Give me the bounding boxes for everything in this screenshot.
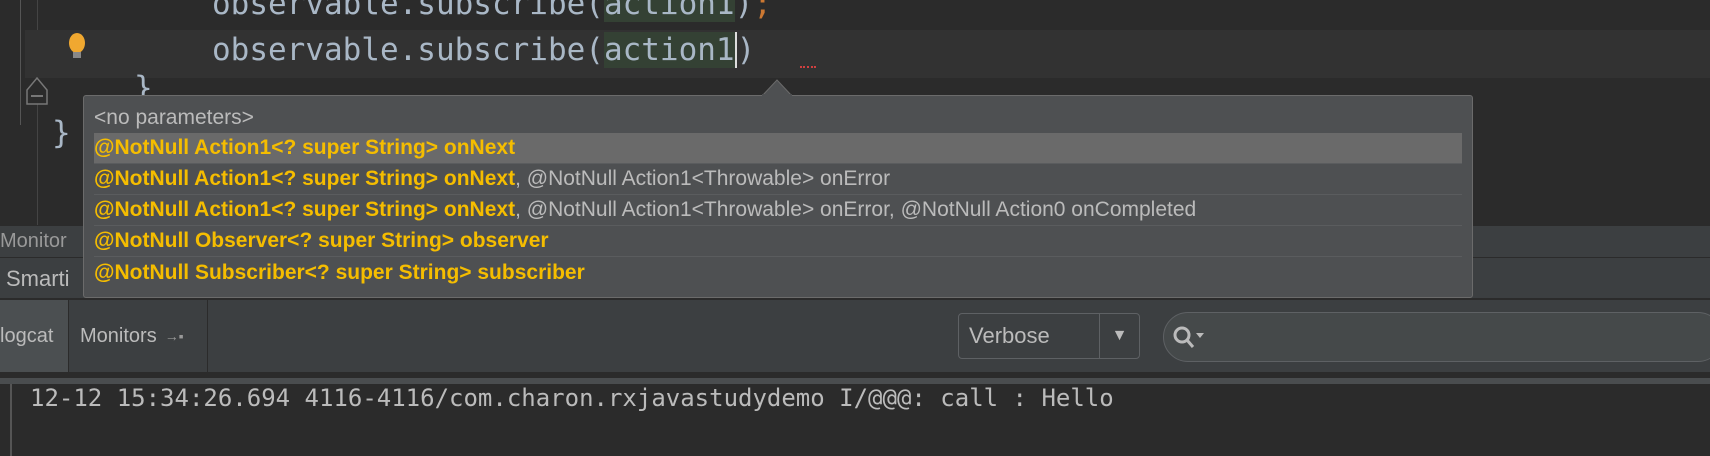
- popup-row[interactable]: @NotNull Subscriber<? super String> subs…: [94, 257, 1462, 288]
- log-gutter: [10, 384, 12, 456]
- parameter-info-popup: <no parameters> @NotNull Action1<? super…: [83, 95, 1473, 298]
- lightbulb-icon[interactable]: [66, 32, 88, 62]
- smart-label[interactable]: Smarti: [6, 266, 70, 292]
- chevron-down-icon[interactable]: ▼: [1099, 314, 1139, 358]
- error-squiggle: [800, 62, 816, 68]
- param-bold: @NotNull Subscriber<? super String> subs…: [94, 260, 585, 284]
- log-line: 12-12 15:34:26.694 4116-4116/com.charon.…: [30, 384, 1114, 412]
- popup-row[interactable]: @NotNull Observer<? super String> observ…: [94, 226, 1462, 257]
- param-bold: @NotNull Action1<? super String> onNext: [94, 198, 516, 221]
- param-rest: , @NotNull Action1<Throwable> onError, @…: [515, 198, 1197, 221]
- code-text: observable.subscribe(: [212, 32, 604, 68]
- monitor-label[interactable]: Monitor: [0, 230, 67, 253]
- log-level-select[interactable]: Verbose ▼: [958, 313, 1140, 359]
- fold-icon[interactable]: [25, 76, 49, 116]
- popup-row[interactable]: @NotNull Action1<? super String> onNext,…: [94, 195, 1462, 226]
- logcat-output[interactable]: 12-12 15:34:26.694 4116-4116/com.charon.…: [0, 378, 1710, 456]
- popup-row[interactable]: <no parameters>: [94, 102, 1462, 133]
- search-icon[interactable]: [1172, 325, 1206, 349]
- param-bold: @NotNull Observer<? super String> observ…: [94, 229, 549, 252]
- param-rest: <no parameters>: [94, 105, 254, 129]
- tab-monitors[interactable]: Monitors →▪: [70, 300, 208, 372]
- code-text: ): [736, 32, 756, 68]
- param-rest: , @NotNull Action1<Throwable> onError: [515, 167, 891, 190]
- code-arg: action1: [603, 0, 735, 22]
- popup-row-selected[interactable]: @NotNull Action1<? super String> onNext: [94, 133, 1462, 164]
- code-semicolon: ;: [753, 0, 772, 22]
- popup-row[interactable]: @NotNull Action1<? super String> onNext,…: [94, 164, 1462, 195]
- param-bold: @NotNull Action1<? super String> onNext: [94, 136, 516, 159]
- code-text: observable.subscribe(: [212, 0, 604, 22]
- popup-pointer: [762, 79, 792, 96]
- log-level-value: Verbose: [969, 323, 1050, 348]
- tab-label: logcat: [0, 324, 54, 347]
- code-arg: action1: [603, 32, 737, 68]
- closing-brace: }: [52, 115, 71, 151]
- code-line-2[interactable]: observable.subscribe(action1): [212, 32, 755, 68]
- tab-logcat[interactable]: logcat: [0, 300, 69, 372]
- search-input[interactable]: [1163, 312, 1710, 362]
- gutter-line: [20, 0, 21, 125]
- tab-label: Monitors: [80, 324, 157, 347]
- code-line-1[interactable]: observable.subscribe(action1);: [212, 0, 772, 22]
- pin-icon[interactable]: →▪: [165, 328, 184, 344]
- code-text: ): [734, 0, 754, 22]
- param-bold: @NotNull Action1<? super String> onNext: [94, 167, 516, 190]
